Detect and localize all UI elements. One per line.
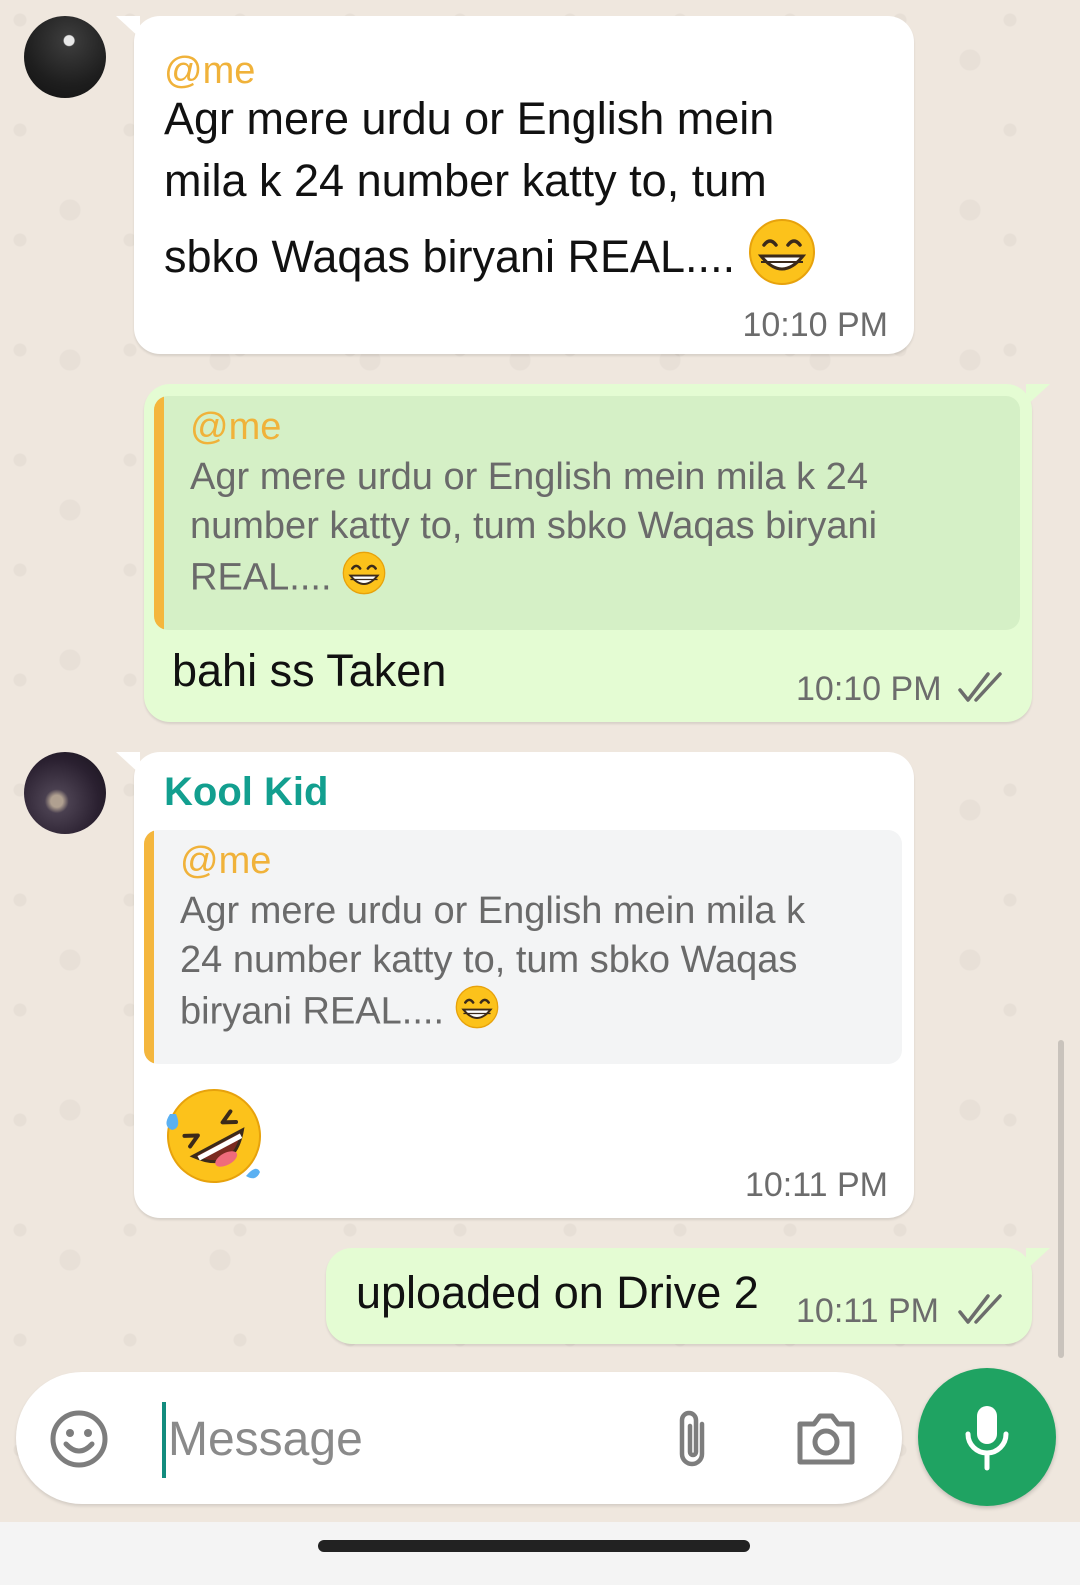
sender-avatar[interactable] xyxy=(24,752,106,834)
quoted-mention: @me xyxy=(180,840,272,882)
quoted-message[interactable]: @me Agr mere urdu or English mein mila k… xyxy=(154,396,1020,630)
message-text: bahi ss Taken xyxy=(172,645,447,696)
double-check-read-icon xyxy=(958,672,1008,709)
grinning-squinting-emoji xyxy=(342,551,386,608)
message-time: 10:11 PM xyxy=(796,1292,940,1330)
attach-paperclip-icon[interactable] xyxy=(672,1406,716,1477)
quoted-text: Agr mere urdu or English mein mila k 24 … xyxy=(180,887,902,1042)
sender-name[interactable]: Kool Kid xyxy=(164,770,328,815)
incoming-message-bubble[interactable]: @me Agr mere urdu or English mein mila k… xyxy=(116,16,914,354)
quoted-message[interactable]: @me Agr mere urdu or English mein mila k… xyxy=(144,830,902,1064)
quoted-mention: @me xyxy=(190,406,282,448)
rolling-on-floor-laughing-emoji xyxy=(162,1084,266,1193)
message-mention[interactable]: @me xyxy=(164,50,255,93)
grinning-squinting-emoji xyxy=(748,218,816,302)
scrollbar-thumb[interactable] xyxy=(1058,1040,1064,1358)
double-check-read-icon xyxy=(958,1294,1008,1331)
quoted-text: Agr mere urdu or English mein mila k 24 … xyxy=(190,453,1020,608)
system-navigation-bar xyxy=(0,1522,1080,1585)
incoming-message-bubble[interactable]: Kool Kid @me Agr mere urdu or English me… xyxy=(116,752,914,1218)
message-time: 10:10 PM xyxy=(742,306,888,344)
outgoing-message-bubble[interactable]: @me Agr mere urdu or English mein mila k… xyxy=(144,384,1050,722)
message-text: Agr mere urdu or English mein mila k 24 … xyxy=(164,88,884,302)
message-composer: Message xyxy=(16,1372,902,1504)
message-input[interactable]: Message xyxy=(162,1402,363,1478)
sender-avatar[interactable] xyxy=(24,16,106,98)
emoji-picker-icon[interactable] xyxy=(48,1408,110,1475)
microphone-icon xyxy=(962,1404,1012,1477)
message-time: 10:11 PM xyxy=(744,1166,888,1204)
camera-icon[interactable] xyxy=(794,1408,858,1473)
home-gesture-handle[interactable] xyxy=(318,1540,750,1552)
message-text: uploaded on Drive 2 xyxy=(356,1267,759,1318)
message-time: 10:10 PM xyxy=(796,670,942,708)
grinning-squinting-emoji xyxy=(455,985,499,1042)
outgoing-message-bubble[interactable]: uploaded on Drive 2 10:11 PM xyxy=(326,1248,1050,1344)
voice-record-button[interactable] xyxy=(918,1368,1056,1506)
